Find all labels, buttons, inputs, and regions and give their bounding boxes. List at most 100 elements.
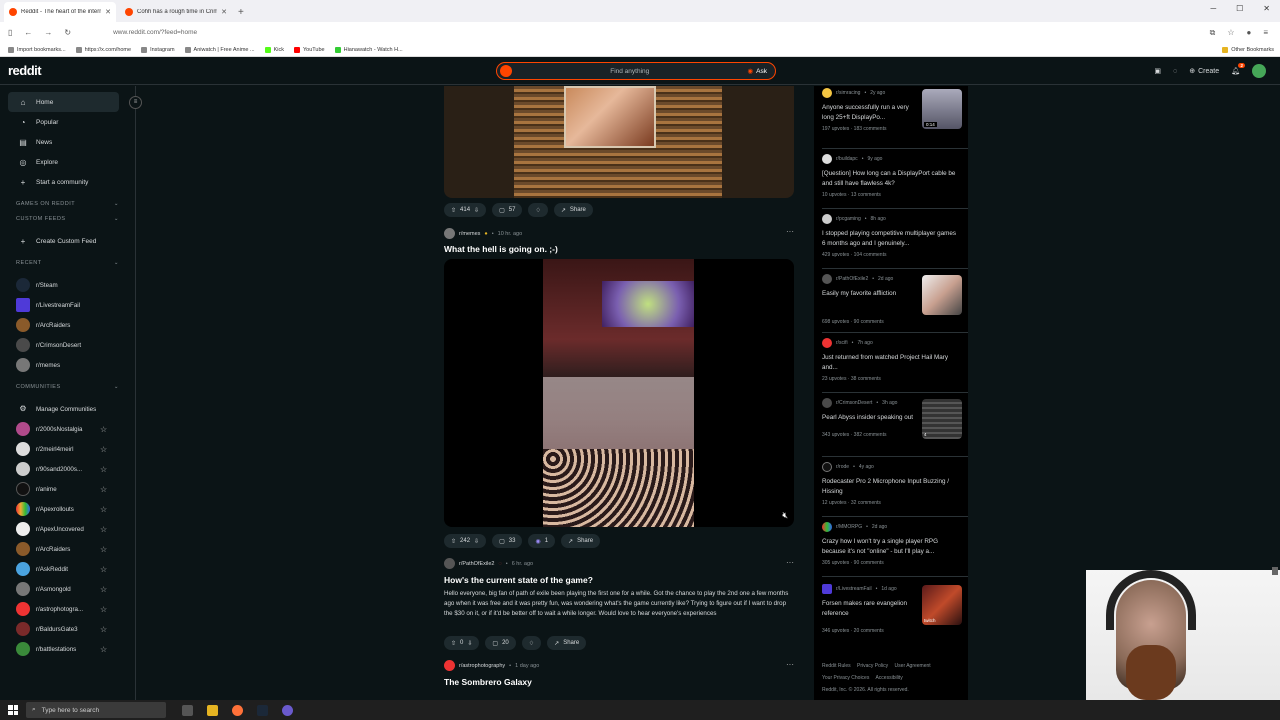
search-input[interactable]: Find anything	[512, 68, 747, 75]
taskbar-search-input[interactable]: Type here to search	[42, 707, 99, 714]
post-options-icon[interactable]: ···	[786, 558, 794, 567]
recent-post[interactable]: r/PathOfExile2 • 2d ago Easily my favorite…	[822, 274, 962, 325]
community-item[interactable]: r/90sand2000s... ☆	[0, 459, 135, 479]
community-item[interactable]: r/astrophotogra... ☆	[0, 599, 135, 619]
ask-button[interactable]: ◉ Ask	[747, 67, 767, 76]
favorite-star-icon[interactable]: ☆	[100, 605, 107, 614]
subreddit-link[interactable]: r/astrophotography	[459, 663, 505, 669]
recent-item[interactable]: r/ArcRaiders	[0, 315, 135, 335]
new-tab-icon[interactable]: +	[238, 7, 244, 18]
close-tab-icon[interactable]: ✕	[105, 8, 111, 16]
reload-icon[interactable]: ↻	[64, 28, 71, 37]
community-item[interactable]: r/Asmongold ☆	[0, 579, 135, 599]
recent-item[interactable]: r/memes	[0, 355, 135, 375]
communities-section-toggle[interactable]: COMMUNITIES ⌄	[16, 384, 119, 390]
create-custom-feed[interactable]: + Create Custom Feed	[8, 231, 119, 251]
upvote-icon[interactable]: ⇧	[451, 207, 456, 214]
post-title[interactable]: How's the current state of the game?	[444, 575, 593, 585]
menu-icon[interactable]: ≡	[1263, 28, 1268, 38]
footer-link[interactable]: Your Privacy Choices	[822, 675, 869, 681]
recent-item[interactable]: r/LivestreamFail	[0, 295, 135, 315]
nav-popular[interactable]: ◔ Popular	[8, 112, 119, 132]
chat-icon[interactable]: ◌	[1173, 68, 1177, 75]
post-title[interactable]: The Sombrero Galaxy	[444, 677, 532, 687]
share-button[interactable]: ↗ Share	[553, 203, 593, 217]
recent-post[interactable]: r/MMORPG • 2d ago Crazy how I won't try a …	[822, 522, 962, 566]
notifications-icon[interactable]: 🔔︎ 2	[1231, 63, 1245, 75]
downvote-icon[interactable]: ⇩	[474, 207, 479, 214]
firefox-icon[interactable]	[232, 704, 243, 716]
footer-link[interactable]: User Agreement	[895, 663, 931, 669]
post-title[interactable]: What the hell is going on. ;-)	[444, 244, 558, 254]
comments-button[interactable]: ▢ 33	[492, 534, 523, 548]
community-item[interactable]: r/AskReddit ☆	[0, 559, 135, 579]
community-item[interactable]: r/2meirl4meirl ☆	[0, 439, 135, 459]
bookmark-item[interactable]: Import bookmarks...	[8, 46, 66, 53]
other-bookmarks[interactable]: Other Bookmarks	[1222, 46, 1274, 53]
upvote-icon[interactable]: ⇧	[451, 640, 456, 647]
custom-feeds-toggle[interactable]: CUSTOM FEEDS ⌄	[16, 216, 119, 222]
favorite-star-icon[interactable]: ☆	[100, 585, 107, 594]
recent-post[interactable]: r/LivestreamFail • 1d ago Forsen makes rar…	[822, 584, 962, 634]
downvote-icon[interactable]: ⇩	[474, 538, 479, 545]
favorite-star-icon[interactable]: ☆	[100, 625, 107, 634]
games-section-toggle[interactable]: GAMES ON REDDIT ⌄	[16, 201, 119, 207]
recent-section-toggle[interactable]: RECENT ⌄	[16, 260, 119, 266]
back-icon[interactable]: ←	[24, 28, 32, 37]
taskbar-search[interactable]: ⌕ Type here to search	[26, 702, 166, 718]
community-item[interactable]: r/anime ☆	[0, 479, 135, 499]
recent-post[interactable]: r/buildapc • 9y ago [Question] How long ca…	[822, 154, 962, 198]
user-avatar[interactable]	[1252, 64, 1266, 78]
recent-post[interactable]: r/pcgaming • 8h ago I stopped playing comp…	[822, 214, 962, 258]
bookmark-item[interactable]: https://x.com/home	[75, 46, 131, 53]
downvote-icon[interactable]: ⇩	[467, 640, 472, 647]
browser-tab-reddit[interactable]: Reddit - The heart of the intern ✕	[4, 2, 116, 22]
bookmark-item[interactable]: Instagram	[141, 46, 175, 53]
app-icon[interactable]	[282, 704, 293, 716]
nav-home[interactable]: ⌂ Home	[8, 92, 119, 112]
create-button[interactable]: ⊕ Create	[1189, 67, 1219, 76]
post-video[interactable]: 🔇︎	[444, 259, 794, 527]
post-options-icon[interactable]: ···	[786, 227, 794, 236]
favorite-star-icon[interactable]: ☆	[100, 505, 107, 514]
nav-explore[interactable]: ◎ Explore	[8, 152, 119, 172]
advertise-icon[interactable]: ▣	[1154, 67, 1161, 75]
favorite-star-icon[interactable]: ☆	[100, 545, 107, 554]
recent-item[interactable]: r/Steam	[0, 275, 135, 295]
favorite-star-icon[interactable]: ☆	[100, 485, 107, 494]
community-item[interactable]: r/ApexUncovered ☆	[0, 519, 135, 539]
community-item[interactable]: r/battlestations ☆	[0, 639, 135, 659]
post-image[interactable]	[444, 86, 794, 198]
footer-link[interactable]: Accessibility	[875, 675, 902, 681]
post-options-icon[interactable]: ···	[786, 660, 794, 669]
bookmark-item[interactable]: Aniwatch | Free Anime ...	[184, 46, 255, 53]
share-button[interactable]: ↗ Share	[561, 534, 601, 548]
collapse-sidebar-icon[interactable]: ≡	[129, 96, 142, 109]
recent-post[interactable]: r/rode • 4y ago Rodecaster Pro 2 Microphon…	[822, 462, 962, 506]
comments-button[interactable]: ▢ 20	[485, 636, 516, 650]
share-button[interactable]: ↗ Share	[547, 636, 587, 650]
browser-tab-crimson[interactable]: Cohh has a rough time in Crims ✕	[120, 2, 232, 22]
nav-start-community[interactable]: + Start a community	[8, 172, 119, 192]
reddit-logo[interactable]: reddit	[8, 63, 42, 78]
scrollbar-thumb[interactable]	[1272, 567, 1278, 575]
minimize-icon[interactable]: ─	[1210, 4, 1216, 13]
favorite-star-icon[interactable]: ☆	[100, 425, 107, 434]
award-button[interactable]: ♢	[528, 203, 548, 217]
award-button[interactable]: ♢	[521, 636, 542, 650]
favorite-star-icon[interactable]: ☆	[100, 525, 107, 534]
community-item[interactable]: r/ArcRaiders ☆	[0, 539, 135, 559]
close-window-icon[interactable]: ✕	[1263, 4, 1270, 13]
address-field[interactable]: www.reddit.com/?feed=home	[113, 29, 197, 36]
mute-icon[interactable]: 🔇︎	[782, 510, 788, 521]
community-item[interactable]: r/Apexrollouts ☆	[0, 499, 135, 519]
subreddit-link[interactable]: r/memes	[459, 231, 480, 237]
extensions-icon[interactable]: ⧉	[1210, 28, 1216, 38]
favorite-star-icon[interactable]: ☆	[100, 465, 107, 474]
community-item[interactable]: r/BaldursGate3 ☆	[0, 619, 135, 639]
community-item[interactable]: r/2000sNostalgia ☆	[0, 419, 135, 439]
file-explorer-icon[interactable]	[207, 704, 218, 716]
bookmark-item[interactable]: Kick	[264, 46, 284, 53]
recent-item[interactable]: r/CrimsonDesert	[0, 335, 135, 355]
subreddit-link[interactable]: r/PathOfExile2	[459, 561, 494, 567]
